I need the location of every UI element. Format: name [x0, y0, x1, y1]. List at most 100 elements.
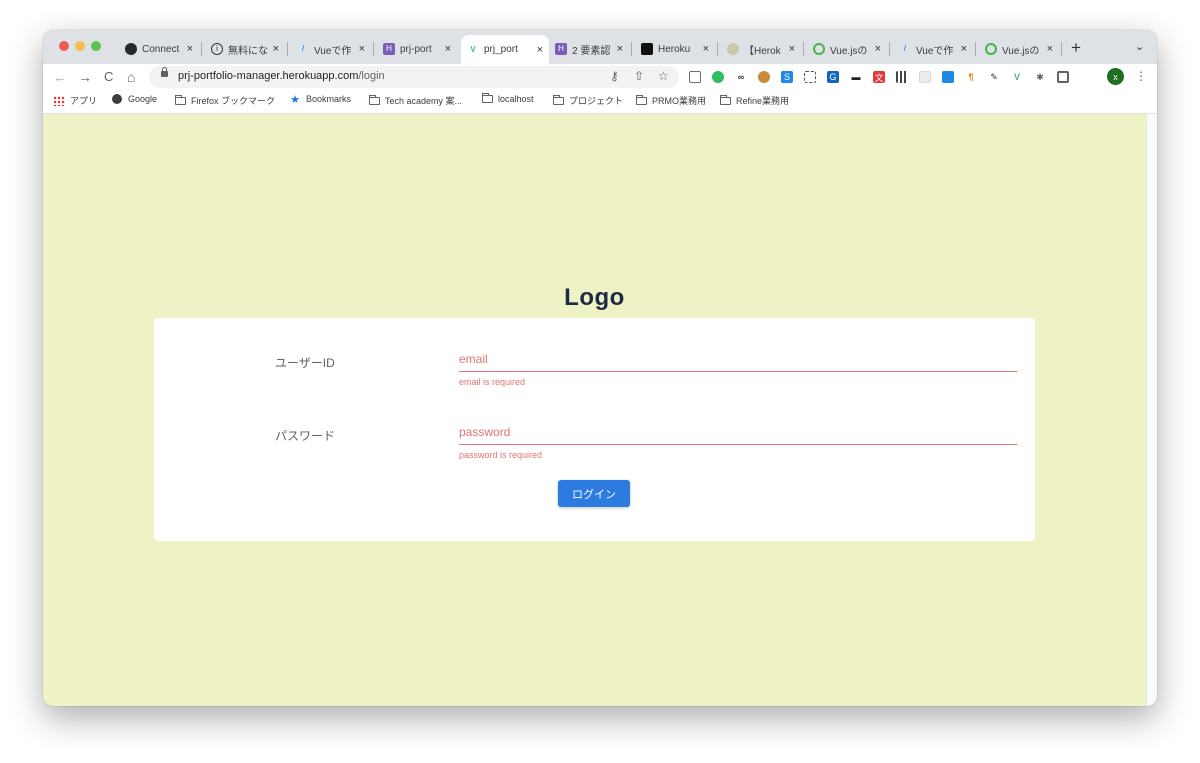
tab-close-icon[interactable]: × — [359, 43, 365, 55]
tab-close-icon[interactable]: × — [961, 43, 967, 55]
tab-close-icon[interactable]: × — [445, 43, 451, 55]
tab-close-icon[interactable]: × — [537, 44, 543, 56]
tab-close-icon[interactable]: × — [789, 43, 795, 55]
image-icon[interactable] — [942, 71, 954, 83]
tab-vue-2[interactable]: / Vueで作 × — [893, 37, 973, 61]
bookmark-star-icon[interactable]: ☆ — [658, 69, 669, 83]
home-button[interactable]: ⌂ — [127, 68, 135, 86]
reload-button[interactable]: C — [104, 68, 113, 86]
apps-grid-icon — [53, 95, 65, 106]
new-tab-button[interactable]: + — [1071, 38, 1081, 58]
bookmark-apps[interactable]: アプリ — [53, 94, 97, 107]
puzzle-icon[interactable]: ✱ — [1034, 71, 1046, 83]
g-icon[interactable]: G — [827, 71, 839, 83]
screen-icon[interactable] — [689, 71, 701, 83]
blank-icon[interactable] — [919, 71, 931, 83]
evernote-icon[interactable] — [712, 71, 724, 83]
dash-icon[interactable]: ▬ — [850, 71, 862, 83]
profile-avatar[interactable]: x — [1107, 68, 1124, 85]
url-text: prj-portfolio-manager.herokuapp.com/logi… — [178, 70, 385, 82]
tab-close-icon[interactable]: × — [273, 43, 279, 55]
slash-icon: / — [301, 44, 305, 53]
capture-icon[interactable] — [804, 71, 816, 83]
bookmark-bookmarks[interactable]: ★ Bookmarks — [289, 93, 351, 106]
tab-close-icon[interactable]: × — [187, 43, 193, 55]
sidepanel-icon[interactable] — [1057, 71, 1069, 83]
bookmark-google[interactable]: Google — [111, 94, 157, 104]
email-input[interactable] — [459, 349, 1017, 372]
tab-vuejs-1[interactable]: Vue.jsの × — [807, 37, 887, 61]
slash-icon: / — [903, 44, 907, 53]
minimize-window-button[interactable] — [75, 41, 85, 51]
menu-icon[interactable]: ⋮ — [1135, 69, 1147, 83]
vue-devtools-icon[interactable]: V — [1011, 71, 1023, 83]
tab-herok-article[interactable]: 【Herok × — [721, 37, 801, 61]
tab-close-icon[interactable]: × — [703, 43, 709, 55]
tab-prj-port-heroku[interactable]: H prj-port × — [377, 37, 457, 61]
pilcrow-icon[interactable]: ¶ — [965, 71, 977, 83]
tab-close-icon[interactable]: × — [617, 43, 623, 55]
page-viewport: Logo ユーザーID email is required パスワード pass… — [43, 114, 1146, 706]
login-form: ユーザーID email is required パスワード password … — [154, 318, 1035, 541]
key-icon[interactable]: ⚷ — [610, 69, 619, 83]
heroku-icon: H — [383, 43, 395, 55]
star-icon: ★ — [290, 93, 300, 106]
back-button[interactable]: ← — [53, 68, 67, 86]
info-icon: i — [211, 43, 223, 55]
bookmark-project[interactable]: プロジェクト — [552, 94, 623, 107]
password-field-wrapper — [459, 422, 1017, 445]
password-label: パスワード — [275, 429, 336, 443]
browser-toolbar: ← → C ⌂ prj-portfolio-manager.herokuapp.… — [43, 64, 1157, 90]
circle-icon — [985, 43, 997, 55]
scrollbar[interactable] — [1146, 114, 1157, 706]
tab-close-icon[interactable]: × — [875, 43, 881, 55]
square-icon — [641, 43, 653, 55]
bookmark-prmo[interactable]: PRMO業務用 — [635, 94, 706, 107]
bookmark-refine[interactable]: Refine業務用 — [719, 94, 789, 107]
lock-icon — [161, 67, 168, 77]
person-icon — [727, 43, 739, 55]
tab-heroku[interactable]: Heroku × — [635, 37, 715, 61]
bookmark-tech-academy[interactable]: Tech academy 案... — [368, 94, 462, 107]
github-icon — [125, 43, 137, 55]
forward-button[interactable]: → — [78, 68, 92, 86]
translate-icon[interactable]: 文 — [873, 71, 885, 83]
eyedropper-icon[interactable]: ✎ — [988, 71, 1000, 83]
email-error: email is required — [459, 377, 526, 387]
tab-connect[interactable]: Connect × — [119, 37, 199, 61]
address-bar[interactable]: prj-portfolio-manager.herokuapp.com/logi… — [149, 66, 679, 88]
tab-close-icon[interactable]: × — [1047, 43, 1053, 55]
password-input[interactable] — [459, 422, 1017, 445]
globe-icon — [111, 94, 123, 104]
s-icon[interactable]: S — [781, 71, 793, 83]
vue-icon: V — [470, 44, 476, 54]
heroku-icon: H — [555, 43, 567, 55]
tab-strip: Connect × i 無料にな × / Vueで作 × H prj-port … — [43, 30, 1157, 64]
folder-icon — [481, 93, 493, 104]
folder-icon — [368, 94, 380, 106]
bookmark-firefox[interactable]: Firefox ブックマーク — [174, 94, 275, 107]
password-error: password is required — [459, 450, 543, 460]
share-icon[interactable]: ⇧ — [634, 69, 644, 83]
tab-2fa[interactable]: H 2 要素認 × — [549, 37, 629, 61]
folder-icon — [174, 94, 186, 106]
close-window-button[interactable] — [59, 41, 69, 51]
email-field-wrapper — [459, 349, 1017, 372]
tab-prj-port-active[interactable]: V prj_port × — [461, 35, 549, 64]
paint-icon[interactable] — [758, 71, 770, 83]
bookmark-localhost[interactable]: localhost — [481, 93, 534, 104]
tab-muryou[interactable]: i 無料にな × — [205, 37, 285, 61]
circle-icon — [813, 43, 825, 55]
tab-vue-1[interactable]: / Vueで作 × — [291, 37, 371, 61]
login-button[interactable]: ログイン — [558, 480, 630, 507]
tab-vuejs-2[interactable]: Vue.jsの × — [979, 37, 1059, 61]
maximize-window-button[interactable] — [91, 41, 101, 51]
tab-search-chevron-icon[interactable]: ⌄ — [1135, 40, 1144, 53]
qr-icon[interactable] — [896, 71, 908, 83]
folder-icon — [552, 94, 564, 106]
logo: Logo — [564, 284, 625, 311]
folder-icon — [635, 94, 647, 106]
glasses-icon[interactable]: ∞ — [735, 71, 747, 83]
browser-window: Connect × i 無料にな × / Vueで作 × H prj-port … — [43, 30, 1157, 706]
folder-icon — [719, 94, 731, 106]
